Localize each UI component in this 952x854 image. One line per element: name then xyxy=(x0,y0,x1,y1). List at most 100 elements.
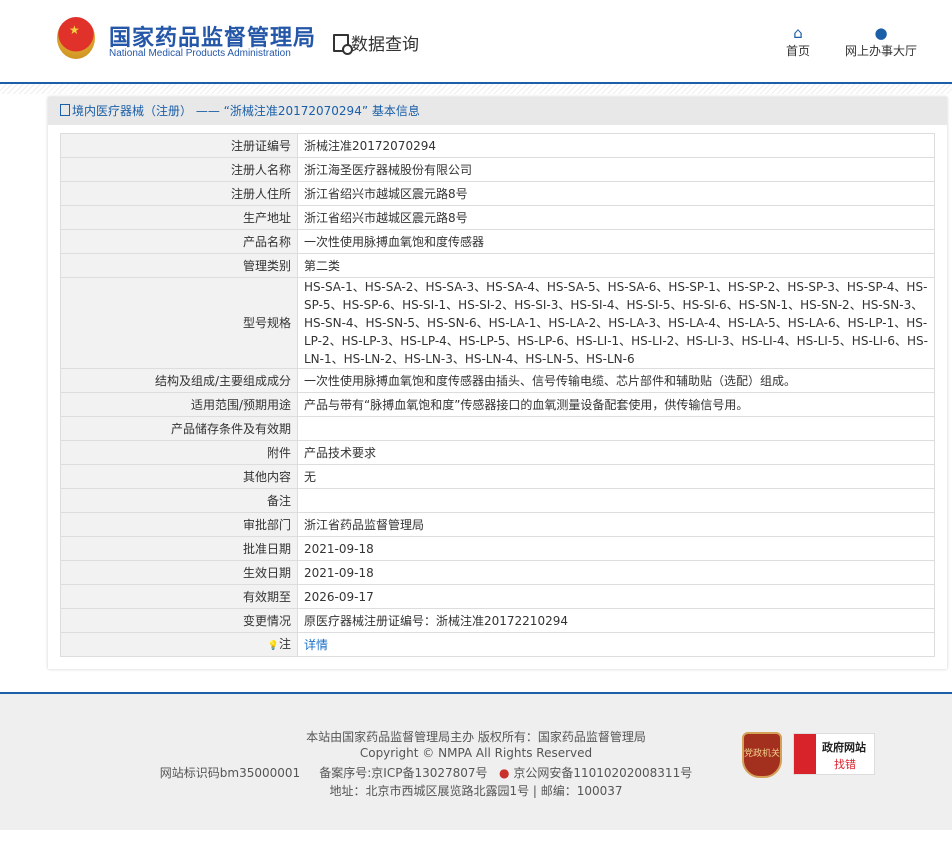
icp-link[interactable]: 备案序号:京ICP备13027807号 xyxy=(319,766,487,780)
police-badge-icon: ● xyxy=(499,766,510,780)
row-value-text: 产品技术要求 xyxy=(304,445,377,460)
nav-home[interactable]: ⌂ 首页 xyxy=(786,24,810,59)
table-row: 结构及组成/主要组成成分 一次性使用脉搏血氧饱和度传感器由插头、信号传输电缆、芯片… xyxy=(60,368,935,393)
row-label-text: 注 xyxy=(278,636,291,651)
table-row: 其他内容无 xyxy=(60,464,935,489)
row-value-text: 产品与带有“脉搏血氧饱和度”传感器接口的血氧测量设备配套使用，供传输信号用。 xyxy=(304,397,749,412)
row-value: 浙江省药品监督管理局 xyxy=(297,512,935,537)
info-panel: 境内医疗器械（注册） —— “浙械注准20172070294” 基本信息 注册证… xyxy=(48,97,947,669)
row-label: 生效日期 xyxy=(60,560,298,585)
row-value: 一次性使用脉搏血氧饱和度传感器由插头、信号传输电缆、芯片部件和辅助贴（选配）组成… xyxy=(297,368,935,393)
row-label-text: 管理类别 xyxy=(242,258,291,273)
row-label-text: 适用范围/预期用途 xyxy=(190,397,291,412)
row-label: 变更情况 xyxy=(60,608,298,633)
row-value: 浙械注准20172070294 xyxy=(297,133,935,158)
site-footer: 本站由国家药品监督管理局主办 版权所有：国家药品监督管理局 Copyright … xyxy=(0,692,952,830)
home-icon: ⌂ xyxy=(793,24,803,42)
row-label-text: 注册人住所 xyxy=(230,186,291,201)
table-row: 适用范围/预期用途 产品与带有“脉搏血氧饱和度”传感器接口的血氧测量设备配套使用，… xyxy=(60,392,935,417)
table-row: 产品名称 一次性使用脉搏血氧饱和度传感器 xyxy=(60,229,935,254)
row-label: 产品名称 xyxy=(60,229,298,254)
panel-title-text: 境内医疗器械（注册） —— “浙械注准20172070294” 基本信息 xyxy=(72,104,420,118)
row-label-text: 结构及组成/主要组成成分 xyxy=(154,373,291,388)
row-value-text: 一次性使用脉搏血氧饱和度传感器 xyxy=(304,234,485,249)
row-value-text: HS-SA-1、HS-SA-2、HS-SA-3、HS-SA-4、HS-SA-5、… xyxy=(304,280,928,366)
row-value-text: 浙江省药品监督管理局 xyxy=(304,517,425,532)
table-row: 审批部门 浙江省药品监督管理局 xyxy=(60,512,935,537)
row-label-text: 附件 xyxy=(266,445,291,460)
row-label-text: 产品名称 xyxy=(242,234,291,249)
row-value xyxy=(297,488,935,513)
row-value: 无 xyxy=(297,464,935,489)
row-value: 浙江省绍兴市越城区震元路8号 xyxy=(297,205,935,230)
row-label: 审批部门 xyxy=(60,512,298,537)
row-value-text: 浙江省绍兴市越城区震元路8号 xyxy=(304,186,468,201)
table-row: 生效日期 2021-09-18 xyxy=(60,560,935,585)
logo-subtitle: National Medical Products Administration xyxy=(109,48,291,59)
data-query-heading: 数据查询 xyxy=(333,30,419,55)
row-label: 适用范围/预期用途 xyxy=(60,392,298,417)
row-value-text: 2021-09-18 xyxy=(304,541,374,556)
row-value: 第二类 xyxy=(297,253,935,278)
row-value-text: 2021-09-18 xyxy=(304,565,374,580)
row-label: 其他内容 xyxy=(60,464,298,489)
document-icon xyxy=(60,104,70,116)
police-link[interactable]: 京公网安备11010202008311号 xyxy=(513,766,692,780)
row-label: 注册人住所 xyxy=(60,181,298,206)
row-label: 结构及组成/主要组成成分 xyxy=(60,368,298,393)
party-govt-badge[interactable]: 党政机关 xyxy=(742,732,782,778)
row-value-text: 第二类 xyxy=(304,258,341,273)
nav-online-hall[interactable]: ● 网上办事大厅 xyxy=(845,24,917,59)
party-govt-badge-text: 党政机关 xyxy=(744,749,781,759)
row-label-text: 有效期至 xyxy=(242,589,291,604)
row-label: 生产地址 xyxy=(60,205,298,230)
row-label-text: 生产地址 xyxy=(242,210,291,225)
row-label-text: 变更情况 xyxy=(242,613,291,628)
details-link[interactable]: 详情 xyxy=(304,638,328,652)
row-value-text: 浙械注准20172070294 xyxy=(304,138,436,153)
user-icon: ● xyxy=(874,24,888,42)
row-label: 注册证编号 xyxy=(60,133,298,158)
row-value-text: 浙江海圣医疗器械股份有限公司 xyxy=(304,162,473,177)
row-label-text: 审批部门 xyxy=(242,517,291,532)
magnifier-icon xyxy=(794,734,816,774)
row-value: 浙江海圣医疗器械股份有限公司 xyxy=(297,157,935,182)
row-value-text: 无 xyxy=(304,469,317,484)
table-row: 注册人名称 浙江海圣医疗器械股份有限公司 xyxy=(60,157,935,182)
table-row: 生产地址 浙江省绍兴市越城区震元路8号 xyxy=(60,205,935,230)
table-row: 有效期至 2026-09-17 xyxy=(60,584,935,609)
nav-home-label: 首页 xyxy=(786,44,811,58)
row-label-text: 其他内容 xyxy=(242,469,291,484)
row-label-text: 产品储存条件及有效期 xyxy=(170,421,291,436)
nav-online-hall-label: 网上办事大厅 xyxy=(845,44,918,58)
row-value: 产品与带有“脉搏血氧饱和度”传感器接口的血氧测量设备配套使用，供传输信号用。 xyxy=(297,392,935,417)
row-value-text: 一次性使用脉搏血氧饱和度传感器由插头、信号传输电缆、芯片部件和辅助贴（选配）组成… xyxy=(304,373,797,388)
row-value: 一次性使用脉搏血氧饱和度传感器 xyxy=(297,229,935,254)
table-row: 💡注 详情 xyxy=(60,632,935,657)
row-label: 有效期至 xyxy=(60,584,298,609)
report-error-line1: 政府网站 xyxy=(822,741,866,754)
panel-title: 境内医疗器械（注册） —— “浙械注准20172070294” 基本信息 xyxy=(48,97,947,125)
row-label-text: 批准日期 xyxy=(242,541,291,556)
row-label: 附件 xyxy=(60,440,298,465)
detail-table: 注册证编号 浙械注准20172070294 注册人名称 浙江海圣医疗器械股份有限公司注… xyxy=(60,133,935,657)
table-row: 变更情况 原医疗器械注册证编号：浙械注准20172210294 xyxy=(60,608,935,633)
row-label: 产品储存条件及有效期 xyxy=(60,416,298,441)
divider xyxy=(0,84,952,94)
row-value xyxy=(297,416,935,441)
row-value: 详情 xyxy=(297,632,935,657)
row-label-text: 生效日期 xyxy=(242,565,291,580)
row-label-text: 备注 xyxy=(266,493,291,508)
document-search-icon xyxy=(333,33,353,55)
site-code: 网站标识码bm35000001 xyxy=(159,766,301,780)
bulb-icon: 💡 xyxy=(267,640,279,651)
row-label: 管理类别 xyxy=(60,253,298,278)
row-value: HS-SA-1、HS-SA-2、HS-SA-3、HS-SA-4、HS-SA-5、… xyxy=(297,277,935,369)
report-error-badge[interactable]: 政府网站 找错 xyxy=(793,733,875,775)
row-label: 💡注 xyxy=(60,632,298,657)
table-row: 附件 产品技术要求 xyxy=(60,440,935,465)
report-error-line2: 找错 xyxy=(834,758,856,771)
row-label-text: 型号规格 xyxy=(242,316,291,330)
row-value: 浙江省绍兴市越城区震元路8号 xyxy=(297,181,935,206)
table-row: 注册人住所 浙江省绍兴市越城区震元路8号 xyxy=(60,181,935,206)
